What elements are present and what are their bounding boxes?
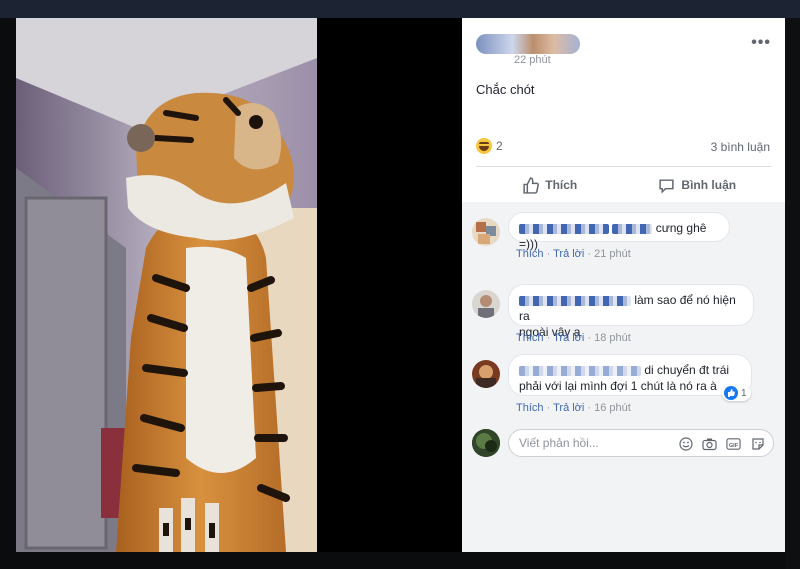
comment-time[interactable]: 18 phút <box>594 332 631 344</box>
divider <box>476 166 771 167</box>
comment-item: di chuyển đt trái phải với lại mình đợi … <box>472 354 772 420</box>
reply-input[interactable]: Viết phản hồi... GIF <box>508 429 774 457</box>
top-navigation-bar <box>0 0 800 18</box>
comment-text-line2: phải với lại mình đợi 1 chút là nó ra à <box>519 379 717 393</box>
reply-toolbar: GIF <box>678 436 765 451</box>
comment-time[interactable]: 16 phút <box>594 402 631 414</box>
avatar[interactable] <box>472 218 500 246</box>
gif-icon[interactable]: GIF <box>726 436 741 451</box>
like-reaction-icon <box>724 386 738 400</box>
tiger-photo <box>16 18 317 552</box>
smiley-icon[interactable] <box>678 436 693 451</box>
comment-bubble-icon <box>659 178 675 194</box>
comment-meta: Thích · Trả lời · 21 phút <box>516 248 631 260</box>
avatar <box>472 429 500 457</box>
comment-bubble: di chuyển đt trái phải với lại mình đợi … <box>508 354 752 396</box>
author-name-redacted[interactable] <box>476 34 580 54</box>
comment-item: cưng ghê =))) Thích · Trả lời · 21 phút <box>472 212 772 272</box>
sticker-icon[interactable] <box>750 436 765 451</box>
thumbs-up-icon <box>523 176 540 194</box>
comment-like-link[interactable]: Thích <box>516 402 544 414</box>
comment-reply-link[interactable]: Trả lời <box>553 332 584 344</box>
comment-meta: Thích · Trả lời · 16 phút <box>516 402 631 414</box>
comment-like-badge[interactable]: 1 <box>722 385 751 401</box>
avatar[interactable] <box>472 290 500 318</box>
comment-like-link[interactable]: Thích <box>516 332 544 344</box>
post-timestamp[interactable]: 22 phút <box>514 54 551 66</box>
like-button[interactable]: Thích <box>476 168 624 202</box>
comment-reply-link[interactable]: Trả lời <box>553 248 584 260</box>
commenter-name-redacted[interactable] <box>519 365 641 376</box>
comment-like-link[interactable]: Thích <box>516 248 544 260</box>
comment-text-line1: di chuyển đt trái <box>644 363 730 377</box>
commenter-name-redacted <box>612 223 653 234</box>
comment-time[interactable]: 21 phút <box>594 248 631 260</box>
post-panel: 22 phút ••• Chắc chót 2 3 bình luận Thíc… <box>462 18 785 552</box>
comment-button-label: Bình luận <box>681 178 737 192</box>
comment-count-link[interactable]: 3 bình luận <box>711 140 770 154</box>
comments-section: cưng ghê =))) Thích · Trả lời · 21 phút … <box>462 202 785 552</box>
reply-placeholder: Viết phản hồi... <box>519 436 599 450</box>
reply-composer: Viết phản hồi... GIF <box>472 426 777 460</box>
like-button-label: Thích <box>545 178 578 192</box>
haha-reaction-icon <box>476 138 492 154</box>
camera-icon[interactable] <box>702 436 717 451</box>
commenter-name-redacted[interactable] <box>519 295 631 306</box>
comment-button[interactable]: Bình luận <box>624 168 772 202</box>
reaction-count: 2 <box>496 139 503 153</box>
comment-meta: Thích · Trả lời · 18 phút <box>516 332 631 344</box>
comment-item: làm sao để nó hiện ra ngoài vậy ạ Thích … <box>472 284 772 348</box>
avatar[interactable] <box>472 360 500 388</box>
comment-bubble: làm sao để nó hiện ra ngoài vậy ạ <box>508 284 754 339</box>
reaction-summary[interactable]: 2 <box>476 138 503 154</box>
comment-reply-link[interactable]: Trả lời <box>553 402 584 414</box>
post-actions: Thích Bình luận <box>476 168 771 202</box>
comment-like-count: 1 <box>741 387 747 399</box>
commenter-name-redacted[interactable] <box>519 223 609 234</box>
more-options-button[interactable]: ••• <box>751 34 771 52</box>
comment-bubble: cưng ghê =))) <box>508 212 730 251</box>
post-caption: Chắc chót <box>476 82 535 97</box>
post-header: 22 phút <box>476 30 776 70</box>
page-background-strip <box>785 18 800 569</box>
photo-viewer[interactable] <box>16 18 462 552</box>
svg-text:GIF: GIF <box>729 442 739 448</box>
